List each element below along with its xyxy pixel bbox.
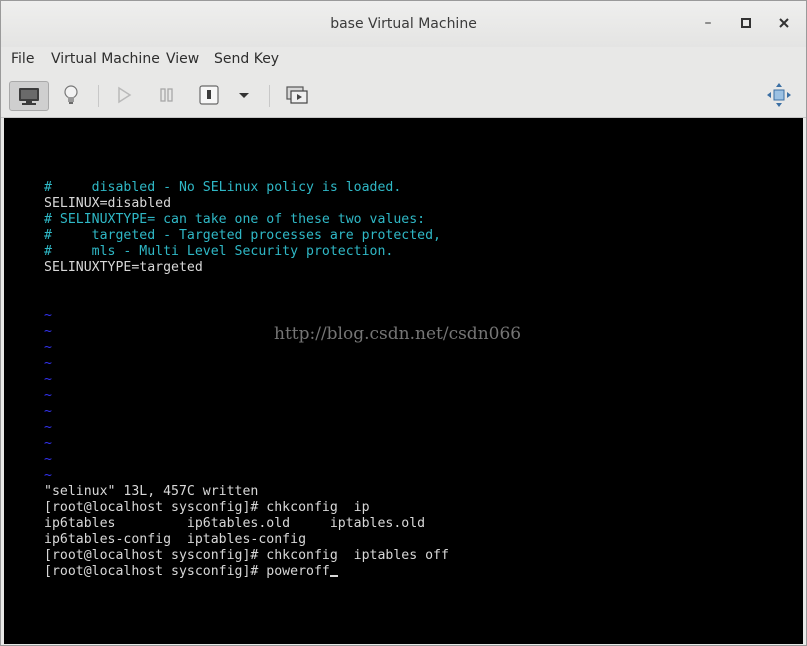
play-icon bbox=[118, 86, 132, 104]
console-line: # targeted - Targeted processes are prot… bbox=[44, 228, 441, 243]
empty-line-tilde: ~ bbox=[44, 356, 52, 371]
empty-line-tilde: ~ bbox=[44, 436, 52, 451]
toolbar-separator bbox=[269, 85, 270, 107]
menu-virtual-machine[interactable]: Virtual Machine bbox=[51, 51, 160, 67]
empty-line-tilde: ~ bbox=[44, 340, 52, 355]
menu-send-key[interactable]: Send Key bbox=[214, 51, 279, 67]
vm-console[interactable]: # disabled - No SELinux policy is loaded… bbox=[4, 118, 803, 644]
console-line: "selinux" 13L, 457C written bbox=[44, 484, 259, 499]
shutdown-menu-button[interactable] bbox=[229, 81, 259, 111]
menu-bar: File Virtual Machine View Send Key bbox=[1, 47, 806, 73]
console-view-button[interactable] bbox=[9, 81, 49, 111]
console-line: SELINUXTYPE=targeted bbox=[44, 260, 203, 275]
empty-line-tilde: ~ bbox=[44, 372, 52, 387]
empty-line-tilde: ~ bbox=[44, 468, 52, 483]
console-line: # mls - Multi Level Security protection. bbox=[44, 244, 394, 259]
shutdown-button[interactable] bbox=[191, 81, 227, 111]
fullscreen-move-icon bbox=[767, 83, 791, 107]
screenshot-icon bbox=[286, 86, 308, 104]
dropdown-arrow-icon bbox=[239, 93, 249, 98]
minimize-button[interactable]: – bbox=[698, 13, 718, 33]
watermark-text: http://blog.csdn.net/csdn066 bbox=[274, 324, 522, 344]
power-icon bbox=[199, 85, 219, 105]
toolbar bbox=[1, 73, 806, 118]
console-line: # disabled - No SELinux policy is loaded… bbox=[44, 180, 402, 195]
window-title: base Virtual Machine bbox=[330, 16, 477, 32]
vm-window: base Virtual Machine – File Virtual Mach… bbox=[0, 0, 807, 646]
console-line: [root@localhost sysconfig]# chkconfig ip bbox=[44, 500, 370, 515]
empty-line-tilde: ~ bbox=[44, 452, 52, 467]
pause-icon bbox=[160, 88, 173, 102]
empty-line-tilde: ~ bbox=[44, 420, 52, 435]
maximize-button[interactable] bbox=[736, 13, 756, 33]
close-button[interactable] bbox=[774, 13, 794, 33]
console-line: SELINUX=disabled bbox=[44, 196, 172, 211]
empty-line-tilde: ~ bbox=[44, 308, 52, 323]
details-button[interactable] bbox=[53, 81, 89, 111]
title-bar[interactable]: base Virtual Machine – bbox=[1, 1, 806, 47]
menu-view[interactable]: View bbox=[166, 51, 199, 67]
console-line: # SELINUXTYPE= can take one of these two… bbox=[44, 212, 426, 227]
lightbulb-icon bbox=[64, 85, 78, 104]
toolbar-separator bbox=[98, 85, 99, 107]
empty-line-tilde: ~ bbox=[44, 388, 52, 403]
monitor-icon bbox=[19, 88, 39, 105]
pause-button[interactable] bbox=[149, 81, 185, 111]
empty-line-tilde: ~ bbox=[44, 324, 52, 339]
menu-file[interactable]: File bbox=[11, 51, 34, 67]
console-line: ip6tables ip6tables.old iptables.old bbox=[44, 516, 426, 531]
console-line: [root@localhost sysconfig]# chkconfig ip… bbox=[44, 548, 449, 563]
text-cursor bbox=[329, 575, 338, 577]
empty-line-tilde: ~ bbox=[44, 404, 52, 419]
console-line: [root@localhost sysconfig]# poweroff bbox=[44, 564, 338, 580]
console-line: ip6tables-config iptables-config bbox=[44, 532, 307, 547]
run-button[interactable] bbox=[106, 81, 142, 111]
maximize-icon bbox=[741, 18, 751, 28]
close-icon bbox=[779, 18, 789, 28]
fullscreen-button[interactable] bbox=[761, 81, 797, 111]
snapshots-button[interactable] bbox=[279, 81, 315, 111]
